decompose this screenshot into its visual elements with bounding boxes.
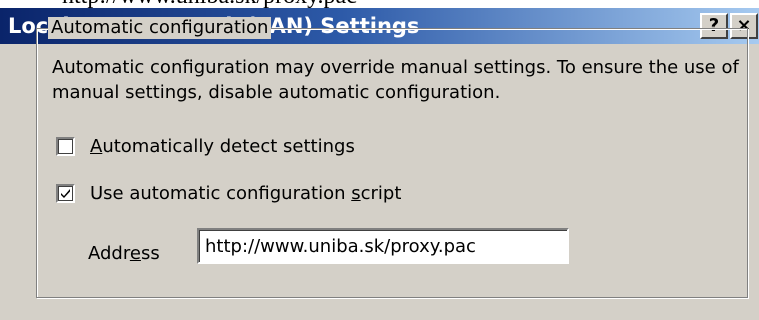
use-script-label[interactable]: Use automatic configuration script bbox=[90, 183, 401, 204]
use-script-row[interactable]: Use automatic configuration script bbox=[56, 182, 401, 204]
auto-detect-label[interactable]: Automatically detect settings bbox=[90, 136, 355, 157]
use-script-checkbox[interactable] bbox=[56, 183, 75, 203]
address-label: Address bbox=[88, 243, 160, 264]
checkmark-icon bbox=[61, 188, 70, 198]
group-title: Automatic configuration bbox=[48, 17, 272, 39]
auto-detect-checkbox[interactable] bbox=[56, 136, 75, 156]
group-description: Automatic configuration may override man… bbox=[52, 57, 739, 103]
auto-detect-row[interactable]: Automatically detect settings bbox=[56, 135, 355, 157]
address-input[interactable] bbox=[197, 228, 569, 264]
header-url-fragment: http://www.uniba.sk/proxy.pac bbox=[62, 0, 357, 8]
